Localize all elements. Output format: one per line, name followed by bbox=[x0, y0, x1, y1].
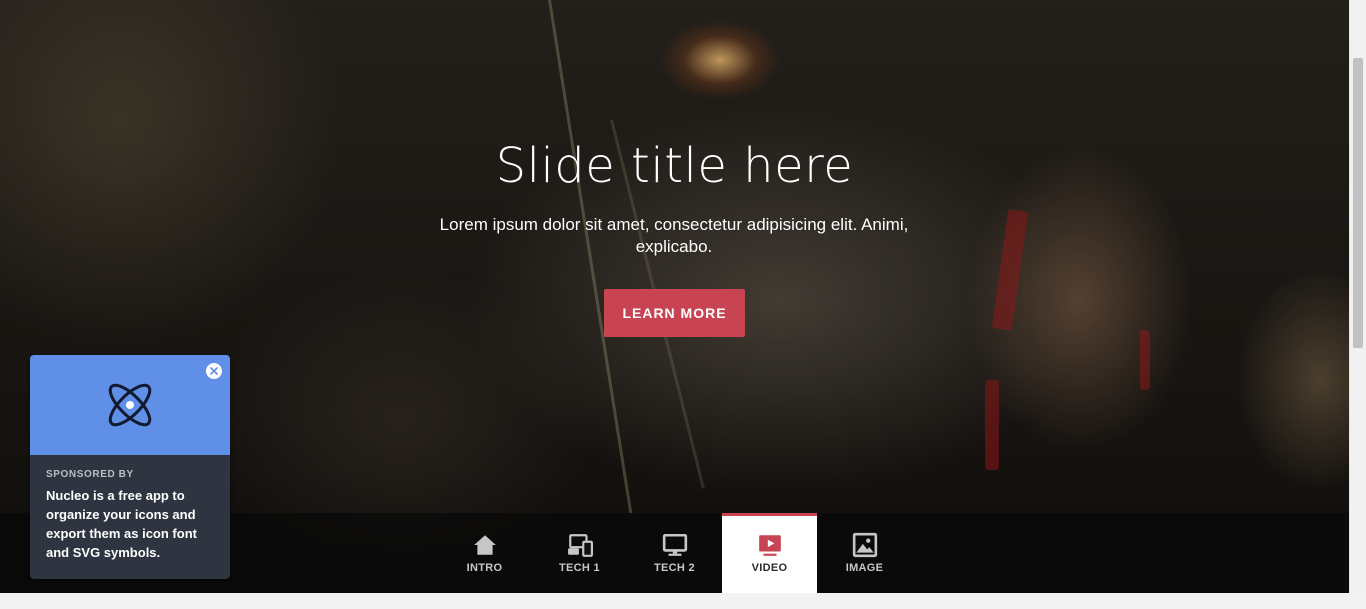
devices-icon bbox=[567, 534, 593, 557]
sponsor-kicker: SPONSORED BY bbox=[46, 469, 134, 480]
nav-item-video[interactable]: VIDEO bbox=[722, 513, 817, 593]
monitor-icon bbox=[662, 533, 687, 556]
nav-item-tech-2[interactable]: TECH 2 bbox=[627, 513, 722, 593]
nav-item-label: TECH 2 bbox=[654, 562, 695, 574]
nav-item-label: INTRO bbox=[466, 562, 503, 574]
sponsor-close-button[interactable] bbox=[206, 363, 222, 379]
nav-item-label: TECH 1 bbox=[559, 562, 600, 574]
nav-item-label: VIDEO bbox=[751, 562, 788, 574]
nav-item-intro[interactable]: INTRO bbox=[437, 513, 532, 593]
home-icon bbox=[473, 535, 496, 555]
sponsor-description[interactable]: Nucleo is a free app to organize your ic… bbox=[46, 486, 214, 562]
scrollbar-thumb[interactable] bbox=[1353, 58, 1363, 348]
image-icon bbox=[852, 532, 877, 558]
atom-icon bbox=[108, 383, 152, 427]
nav-item-label: IMAGE bbox=[845, 562, 884, 574]
slide-title: Slide title here bbox=[495, 138, 854, 194]
video-icon bbox=[758, 535, 781, 556]
slide-description: Lorem ipsum dolor sit amet, consectetur … bbox=[439, 215, 909, 256]
slide-nav: INTRO TECH 1 TECH 2 VIDEO IMAGE bbox=[437, 513, 912, 593]
page-bottom-strip bbox=[0, 593, 1366, 609]
learn-more-button[interactable]: LEARN MORE bbox=[604, 289, 745, 337]
vertical-scrollbar[interactable] bbox=[1349, 0, 1366, 593]
sponsor-card-body: SPONSORED BY Nucleo is a free app to org… bbox=[30, 455, 230, 576]
sponsor-card[interactable]: SPONSORED BY Nucleo is a free app to org… bbox=[30, 355, 230, 579]
nav-item-tech-1[interactable]: TECH 1 bbox=[532, 513, 627, 593]
close-icon bbox=[210, 367, 218, 375]
nav-item-image[interactable]: IMAGE bbox=[817, 513, 912, 593]
sponsor-card-header bbox=[30, 355, 230, 455]
